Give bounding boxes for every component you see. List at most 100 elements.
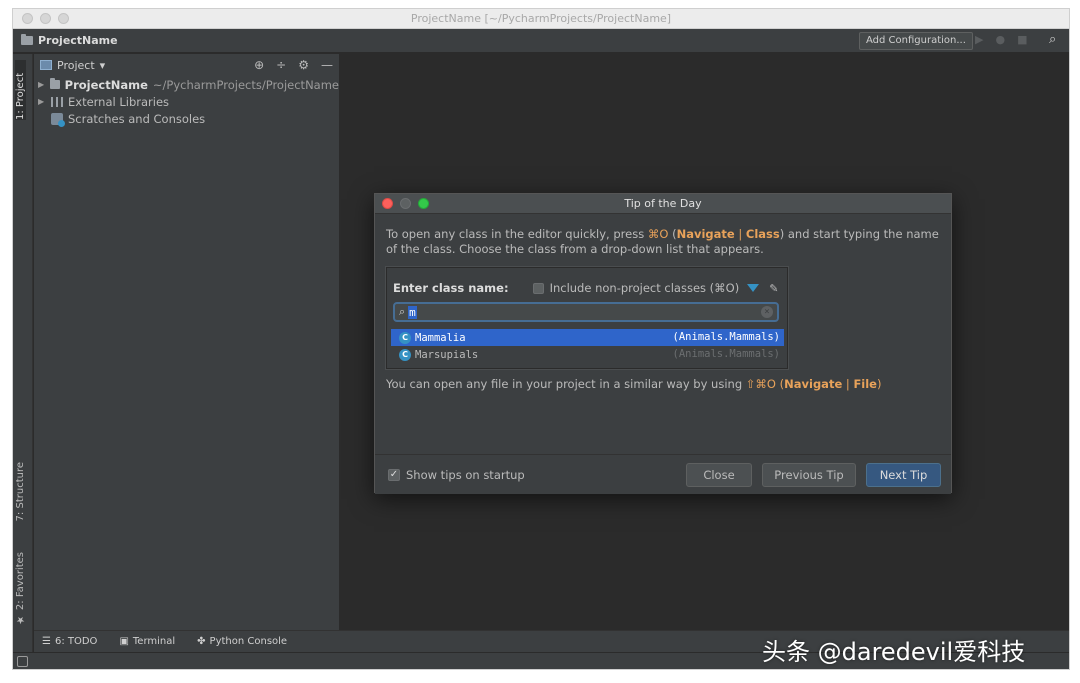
tip-text-part: (: [668, 227, 677, 241]
tree-item-scratches[interactable]: Scratches and Consoles: [38, 110, 339, 127]
tab-project-label: 1: Project: [15, 72, 26, 120]
dialog-title-bar: Tip of the Day: [375, 194, 951, 214]
gear-icon[interactable]: ⚙: [298, 58, 309, 72]
filter-icon: [747, 284, 760, 292]
demo-label: Enter class name:: [393, 281, 509, 295]
demo-checkbox: [532, 282, 544, 294]
locate-icon[interactable]: ⊕: [254, 58, 264, 72]
library-icon: [51, 96, 63, 107]
tree-item-path: ~/PycharmProjects/ProjectName: [152, 77, 339, 92]
folder-icon: [49, 78, 60, 89]
tree-item-label: External Libraries: [68, 94, 170, 109]
tip-text-part: To open any class in the editor quickly,…: [386, 227, 648, 241]
tab-favorites-label: 2: Favorites: [15, 552, 26, 611]
previous-tip-button[interactable]: Previous Tip: [762, 463, 856, 487]
result-name: Marsupials: [415, 348, 479, 361]
tab-terminal[interactable]: ▣ Terminal: [119, 636, 175, 647]
tip-separator: |: [734, 227, 746, 241]
demo-checkbox-label: Include non-project classes (⌘O): [549, 281, 740, 295]
show-tips-checkbox[interactable]: ✓ Show tips on startup: [388, 468, 525, 482]
tip-text-part: (: [775, 377, 785, 391]
panel-toolbar: ⊕ ÷ ⚙ —: [254, 58, 333, 72]
window-title: ProjectName [~/PycharmProjects/ProjectNa…: [410, 12, 672, 25]
debug-icon[interactable]: ●: [995, 33, 1005, 46]
chevron-down-icon: ▾: [99, 58, 106, 72]
collapse-all-icon[interactable]: ÷: [276, 58, 286, 72]
tip-text-part: ): [876, 377, 882, 391]
run-toolbar: ▶ ● ■: [975, 33, 1027, 46]
tree-item-external-libraries[interactable]: ▶ External Libraries: [38, 93, 339, 110]
dialog-title: Tip of the Day: [624, 197, 702, 210]
tab-structure[interactable]: 7: Structure: [15, 462, 26, 521]
project-panel-header: Project ▾ ⊕ ÷ ⚙ —: [34, 54, 339, 76]
tip-demo-image: Enter class name: Include non-project cl…: [386, 267, 788, 369]
tab-todo-label: 6: TODO: [54, 636, 98, 647]
demo-search-field: ⌕ m ×: [393, 302, 779, 322]
pin-icon: ✎: [769, 281, 779, 295]
scratches-icon: [51, 112, 65, 127]
class-icon: C: [399, 331, 411, 344]
project-view-dropdown[interactable]: Project ▾: [40, 59, 105, 72]
result-package: (Animals.Mammals): [672, 348, 780, 360]
class-icon: C: [399, 348, 411, 361]
dialog-footer: ✓ Show tips on startup Close Previous Ti…: [375, 454, 951, 494]
tip-text-secondary: You can open any file in your project in…: [386, 377, 942, 391]
tab-todo[interactable]: ☰ 6: TODO: [42, 636, 97, 647]
tab-project[interactable]: 1: Project: [15, 60, 26, 120]
project-panel: Project ▾ ⊕ ÷ ⚙ — ▶ ProjectName ~/Pychar…: [34, 54, 340, 630]
demo-search-value: m: [408, 305, 417, 319]
add-configuration-button[interactable]: Add Configuration...: [859, 32, 973, 50]
python-icon: ✤: [197, 636, 206, 647]
list-item: C Mammalia (Animals.Mammals): [391, 329, 784, 346]
list-icon: ☰: [42, 636, 51, 647]
tip-separator: |: [842, 377, 854, 391]
tab-structure-label: 7: Structure: [15, 462, 26, 522]
project-panel-title: Project: [57, 58, 95, 72]
tab-favorites[interactable]: ★ 2: Favorites: [15, 552, 26, 625]
star-icon: ★: [15, 614, 26, 626]
folder-icon: [21, 34, 33, 45]
window-title-bar: ProjectName [~/PycharmProjects/ProjectNa…: [13, 9, 1069, 29]
show-tips-label: Show tips on startup: [406, 468, 525, 482]
tip-text-part: You can open any file in your project in…: [386, 377, 746, 391]
tip-menu-class: Class: [745, 227, 780, 241]
result-name: Mammalia: [415, 331, 466, 344]
checkmark-icon[interactable]: ✓: [388, 469, 400, 481]
tool-windows-icon[interactable]: [17, 656, 28, 667]
left-tool-strip: 1: Project 7: Structure ★ 2: Favorites: [13, 54, 33, 669]
project-tree: ▶ ProjectName ~/PycharmProjects/ProjectN…: [34, 76, 339, 127]
hide-panel-icon[interactable]: —: [321, 58, 333, 72]
tree-item-project[interactable]: ▶ ProjectName ~/PycharmProjects/ProjectN…: [38, 76, 339, 93]
list-item: C Marsupials (Animals.Mammals): [391, 346, 784, 363]
tip-menu-navigate: Navigate: [676, 227, 735, 241]
breadcrumb[interactable]: ProjectName: [21, 34, 118, 47]
terminal-icon: ▣: [119, 636, 129, 647]
tip-shortcut: ⌘O: [647, 227, 669, 241]
tree-item-label: Scratches and Consoles: [68, 111, 206, 126]
tip-menu-file: File: [853, 377, 877, 391]
tab-python-console-label: Python Console: [209, 636, 288, 647]
clear-icon: ×: [761, 306, 773, 318]
expand-arrow-icon[interactable]: ▶: [38, 97, 46, 106]
search-icon: ⌕: [399, 305, 406, 318]
tree-item-label: ProjectName: [64, 77, 148, 92]
close-button[interactable]: Close: [686, 463, 752, 487]
tip-of-the-day-dialog: Tip of the Day To open any class in the …: [374, 193, 952, 494]
breadcrumb-project: ProjectName: [38, 34, 118, 47]
result-package: (Animals.Mammals): [672, 331, 780, 343]
run-icon[interactable]: ▶: [975, 33, 983, 46]
demo-results-list: C Mammalia (Animals.Mammals) C Marsupial…: [391, 329, 784, 363]
demo-header: Enter class name: Include non-project cl…: [393, 281, 778, 295]
next-tip-button[interactable]: Next Tip: [866, 463, 941, 487]
tab-python-console[interactable]: ✤ Python Console: [197, 636, 287, 647]
search-icon[interactable]: ⌕: [1049, 32, 1056, 47]
tip-text: To open any class in the editor quickly,…: [386, 227, 942, 257]
tab-terminal-label: Terminal: [132, 636, 176, 647]
watermark: 头条 @daredevil爱科技: [762, 638, 1026, 666]
tip-menu-navigate: Navigate: [784, 377, 843, 391]
stop-icon[interactable]: ■: [1017, 33, 1027, 46]
navigation-bar: ProjectName Add Configuration... ▶ ● ■ ⌕: [13, 29, 1069, 53]
project-icon: [40, 60, 52, 70]
expand-arrow-icon[interactable]: ▶: [38, 80, 45, 89]
tip-shortcut: ⇧⌘O: [745, 377, 776, 391]
